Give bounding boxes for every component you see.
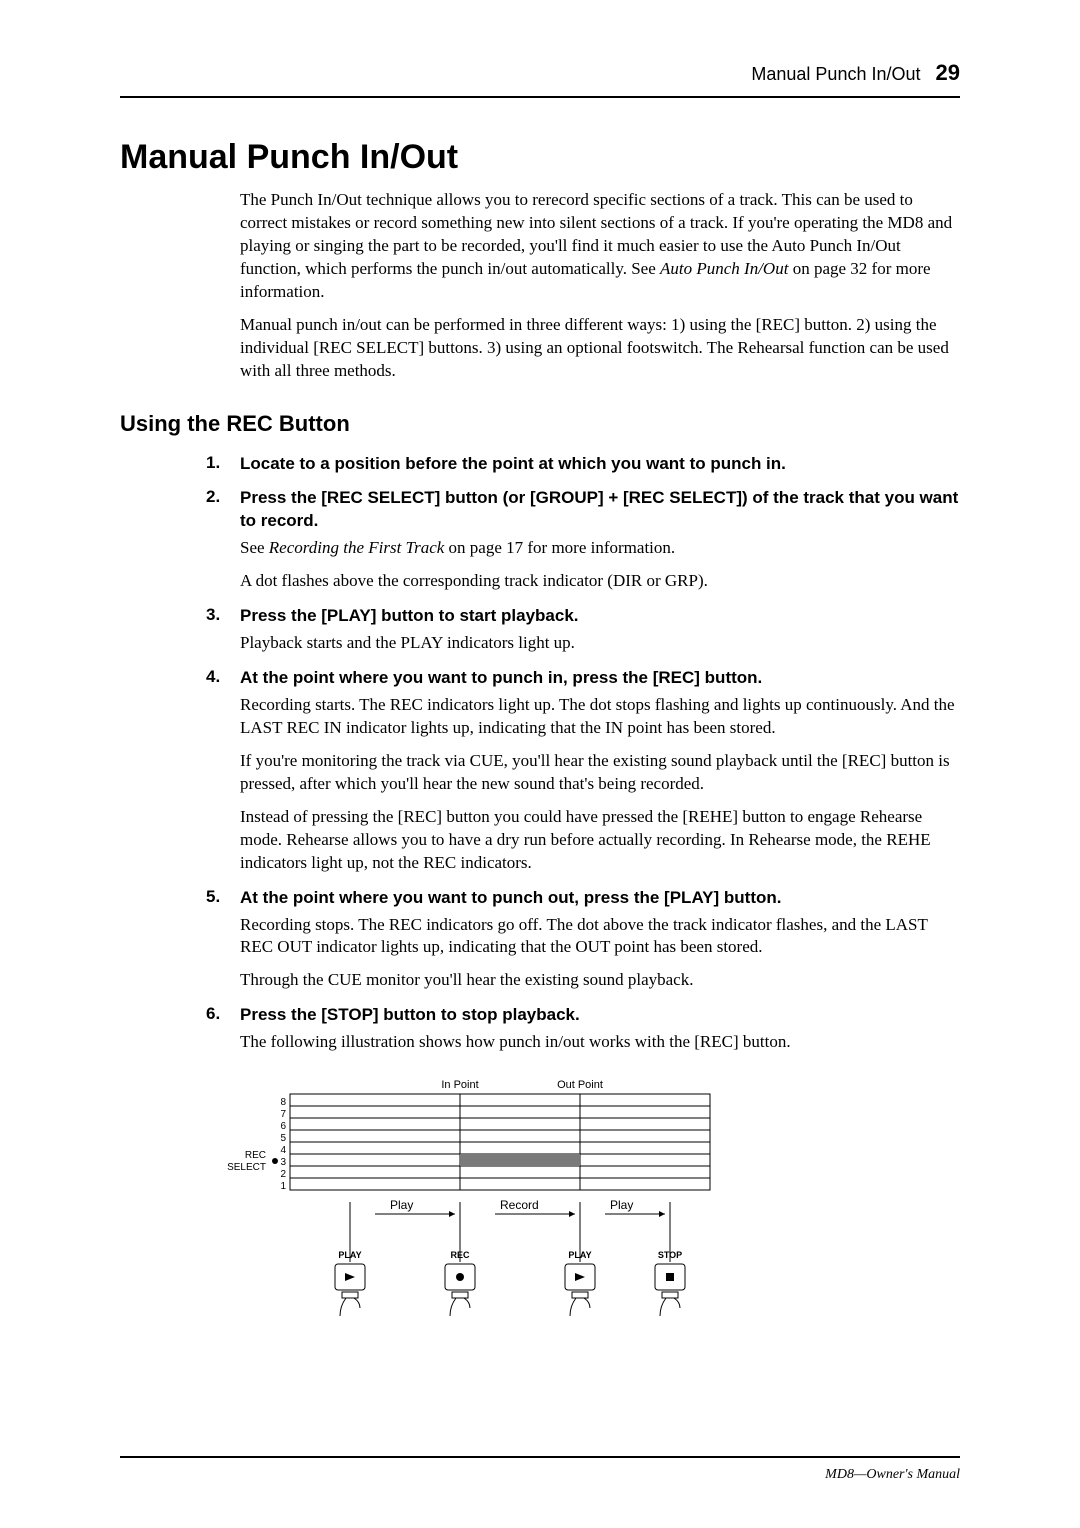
step-5: 5. At the point where you want to punch … — [206, 887, 960, 993]
select-label: SELECT — [227, 1162, 266, 1173]
record-region-icon — [460, 1154, 580, 1166]
track-1: 1 — [280, 1181, 286, 1192]
track-8: 8 — [280, 1097, 286, 1108]
step-1: 1. Locate to a position before the point… — [206, 453, 960, 476]
svg-text:STOP: STOP — [658, 1250, 682, 1260]
in-point-label: In Point — [441, 1079, 478, 1091]
svg-text:REC: REC — [450, 1250, 470, 1260]
intro-paragraph-2: Manual punch in/out can be performed in … — [240, 314, 960, 383]
step-3: 3. Press the [PLAY] button to start play… — [206, 605, 960, 655]
phase-play2: Play — [610, 1198, 633, 1212]
subhead-using-rec-button: Using the REC Button — [120, 411, 960, 437]
phase-record: Record — [500, 1198, 539, 1212]
step-list: 1. Locate to a position before the point… — [206, 453, 960, 1055]
section-title: Manual Punch In/Out — [120, 138, 960, 177]
svg-text:PLAY: PLAY — [338, 1250, 361, 1260]
header-title: Manual Punch In/Out — [751, 64, 920, 84]
content: Manual Punch In/Out The Punch In/Out tec… — [120, 98, 960, 1354]
track-6: 6 — [280, 1121, 286, 1132]
track-4: 4 — [280, 1145, 286, 1156]
play-button-2: PLAY — [565, 1250, 595, 1316]
record-icon — [456, 1273, 464, 1281]
svg-text:PLAY: PLAY — [568, 1250, 591, 1260]
track-7: 7 — [280, 1109, 286, 1120]
out-point-label: Out Point — [557, 1079, 603, 1091]
footer-rule — [120, 1456, 960, 1458]
phase-play1: Play — [390, 1198, 413, 1212]
page: Manual Punch In/Out 29 Manual Punch In/O… — [0, 0, 1080, 1528]
rec-label: REC — [245, 1150, 266, 1161]
step-4: 4. At the point where you want to punch … — [206, 667, 960, 875]
play-icon — [575, 1273, 585, 1281]
stop-icon — [666, 1273, 674, 1281]
intro-paragraph-1: The Punch In/Out technique allows you to… — [240, 189, 960, 304]
stop-button: STOP — [655, 1250, 685, 1316]
rec-button: REC — [445, 1250, 475, 1316]
track-5: 5 — [280, 1133, 286, 1144]
play-button-1: PLAY — [335, 1250, 365, 1316]
rec-select-dot-icon — [272, 1158, 278, 1164]
footer-text: MD8—Owner's Manual — [825, 1467, 960, 1483]
track-3: 3 — [280, 1157, 286, 1168]
track-2: 2 — [280, 1169, 286, 1180]
play-icon — [345, 1273, 355, 1281]
page-number: 29 — [936, 60, 960, 85]
page-header: Manual Punch In/Out 29 — [120, 60, 960, 98]
punch-diagram: 8 7 6 5 4 3 2 1 REC SELECT In Point Out … — [180, 1074, 960, 1354]
step-6: 6. Press the [STOP] button to stop playb… — [206, 1004, 960, 1054]
step-2: 2. Press the [REC SELECT] button (or [GR… — [206, 487, 960, 593]
